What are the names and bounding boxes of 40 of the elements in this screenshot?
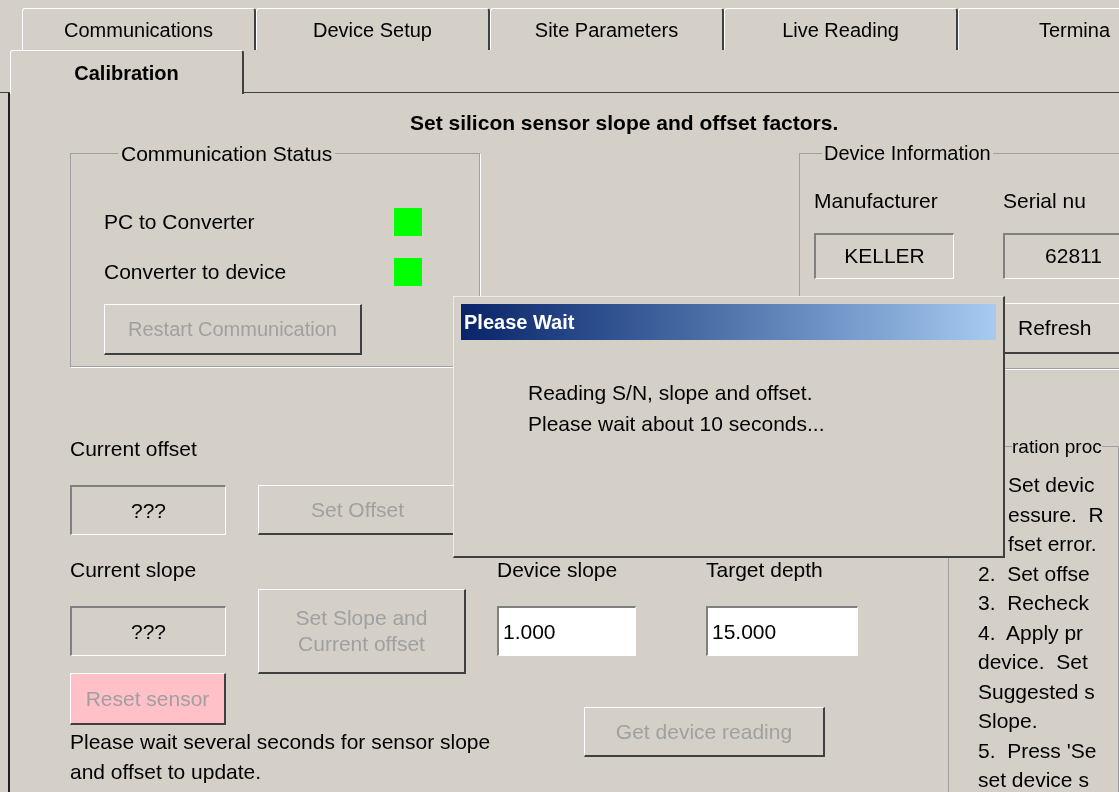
procedure-line: device. Set	[978, 649, 1089, 675]
target-depth-label: Target depth	[706, 557, 824, 584]
device-slope-input[interactable]: 1.000	[497, 606, 636, 656]
tab[interactable]: Communications	[22, 8, 256, 50]
group-title: Communication Status	[120, 143, 334, 164]
group-title: Device Information	[823, 143, 992, 163]
column-label: Serial nu	[1003, 188, 1087, 214]
procedure-line: set device s	[978, 767, 1090, 792]
heading: Set silicon sensor slope and offset factors.	[410, 111, 839, 134]
procedure-line: fset error.	[1007, 531, 1098, 557]
procedure-line: 4. Apply pr	[978, 619, 1085, 646]
tab[interactable]: Termina	[958, 8, 1119, 50]
slope-display: ???	[70, 606, 226, 656]
procedure-line: Set devic	[1007, 472, 1096, 498]
device-slope-label: Device slope	[497, 557, 619, 584]
procedure-line: Suggested s	[978, 678, 1096, 705]
procedure-line: 3. Recheck	[978, 590, 1090, 616]
link-label: Converter to device	[104, 259, 287, 286]
group-title: ration proc	[1012, 437, 1102, 456]
procedure-line: 5. Press 'Se	[978, 737, 1098, 764]
refresh-button[interactable]: Refresh	[1004, 302, 1119, 354]
tab[interactable]: Device Setup	[256, 8, 490, 50]
procedure-line: Slope.	[978, 708, 1039, 734]
procedure-line: essure. R	[1007, 501, 1105, 528]
value-display: 62811	[1003, 232, 1119, 279]
dialog-message: Please wait about 10 seconds...	[528, 411, 826, 437]
tab[interactable]: Live Reading	[724, 8, 958, 50]
dialog-title: Please Wait	[464, 310, 575, 335]
link-label: PC to Converter	[104, 209, 255, 236]
tab[interactable]: Calibration	[10, 50, 244, 94]
tab[interactable]: Site Parameters	[490, 8, 724, 50]
current-slope-label: Current slope	[70, 557, 198, 584]
current-offset-label: Current offset	[70, 436, 198, 463]
procedure-line: 2. Set offse	[978, 560, 1091, 587]
value-display: KELLER	[814, 232, 954, 279]
dialog-message: Reading S/N, slope and offset.	[528, 380, 814, 406]
target-depth-input[interactable]: 15.000	[706, 606, 858, 656]
column-label: Manufacturer	[814, 188, 939, 214]
update-note: Please wait several seconds for sensor slope and offset to update.	[70, 729, 492, 785]
offset-display: ???	[70, 485, 226, 535]
